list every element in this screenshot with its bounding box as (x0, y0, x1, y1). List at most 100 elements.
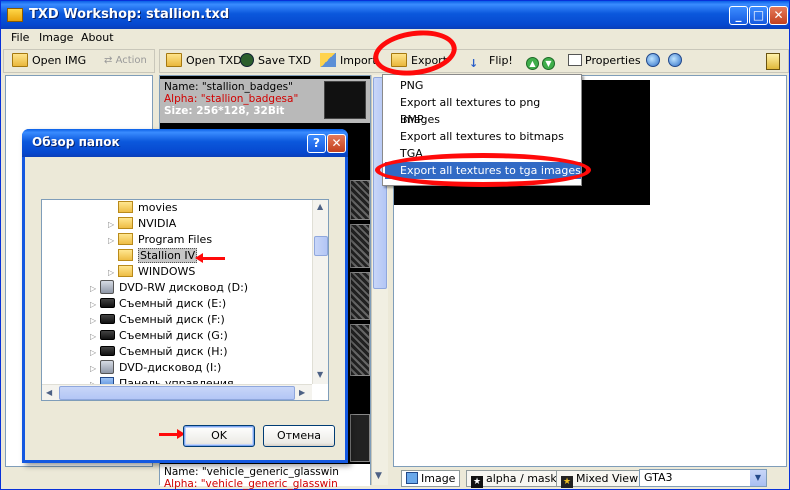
action-button[interactable]: ⇄ Action (104, 51, 147, 71)
folder-tree-item[interactable]: ▷ DVD-дисковод (I:) (90, 360, 221, 376)
folder-tree-item[interactable]: ▷ Съемный диск (F:) (90, 312, 225, 328)
tab-image[interactable]: Image (401, 470, 461, 487)
close-button[interactable]: ✕ (769, 6, 788, 25)
rotate-down-button[interactable]: ▼ (542, 51, 555, 71)
folder-tree-item[interactable]: ▷ NVIDIA (108, 216, 176, 232)
export-menu-item-bmp[interactable]: BMP (385, 111, 581, 128)
folder-tree-label: Stallion IV (138, 248, 198, 263)
export-menu-item-all-png[interactable]: Export all textures to png images (385, 94, 581, 126)
folder-tree-item[interactable]: ▷ Program Files (108, 232, 212, 248)
folder-tree-item[interactable]: ▷ WINDOWS (108, 264, 195, 280)
image-icon (406, 472, 418, 484)
texture-item[interactable]: Name: "vehicle_generic_glasswin Alpha: "… (160, 464, 370, 490)
open-txd-button[interactable]: Open TXD (166, 51, 242, 71)
folder-icon (118, 217, 133, 229)
folder-tree-label: Съемный диск (E:) (119, 297, 227, 310)
properties-icon (568, 54, 582, 66)
menu-image[interactable]: Image (39, 31, 73, 44)
folder-tree-item[interactable]: ▷ DVD-RW дисковод (D:) (90, 280, 248, 296)
expand-icon[interactable]: ▷ (90, 281, 100, 297)
menu-file[interactable]: File (11, 31, 29, 44)
help-button[interactable]: ? (307, 134, 326, 153)
folder-tree-label: DVD-RW дисковод (D:) (119, 281, 249, 294)
zoom-out-button[interactable] (668, 51, 682, 71)
game-select[interactable]: GTA3 ▼ (639, 469, 767, 487)
star-icon: ★ (471, 476, 483, 488)
folder-tree-label: NVIDIA (138, 217, 177, 230)
import-button[interactable]: Import (320, 51, 377, 71)
expand-icon[interactable]: ▷ (90, 361, 100, 377)
open-img-button[interactable]: Open IMG (12, 51, 86, 71)
save-txd-button[interactable]: Save TXD (240, 51, 311, 71)
folder-tree-label: Съемный диск (H:) (119, 345, 228, 358)
export-menu-item-all-bmp[interactable]: Export all textures to bitmaps (385, 128, 581, 145)
flip-button[interactable]: ↓ Flip! (469, 51, 513, 71)
texture-thumbnail (350, 324, 370, 376)
folder-icon (118, 265, 133, 277)
circle-down-icon: ▼ (542, 57, 555, 70)
mixed-star-icon: ★ (561, 476, 573, 488)
main-toolbar: Open TXD Save TXD Import Export ↓ Flip! ▲… (159, 49, 789, 73)
chevron-down-icon[interactable]: ▼ (750, 470, 766, 486)
window-title: TXD Workshop: stallion.txd (29, 7, 230, 22)
arrow-down-icon: ↓ (469, 57, 479, 70)
annotation-arrowhead-folder (195, 253, 203, 263)
minimize-button[interactable]: _ (729, 6, 748, 25)
scroll-down-icon[interactable]: ▼ (375, 471, 382, 481)
dialog-close-button[interactable]: ✕ (327, 134, 346, 153)
texture-name: Name: "vehicle_generic_glasswin (164, 466, 339, 478)
drive-icon (100, 330, 115, 340)
annotation-arrow-ok (159, 433, 179, 436)
properties-button[interactable]: Properties (568, 51, 641, 71)
notepad-icon[interactable] (766, 53, 780, 70)
menu-about[interactable]: About (81, 31, 114, 44)
folder-tree-label: DVD-дисковод (I:) (119, 361, 222, 374)
folder-tree-item[interactable]: Stallion IV (108, 248, 198, 264)
annotation-ring-tga (375, 153, 591, 187)
folder-tree-item[interactable]: ▷ Съемный диск (G:) (90, 328, 228, 344)
circle-up-icon: ▲ (526, 57, 539, 70)
folder-icon (118, 249, 133, 261)
scrollbar-thumb[interactable] (314, 236, 328, 256)
action-icon: ⇄ (104, 55, 116, 66)
tab-mixed-view[interactable]: ★ Mixed View (556, 470, 644, 488)
main-window: TXD Workshop: stallion.txd _ □ ✕ File Im… (0, 0, 790, 490)
expand-icon[interactable]: ▷ (108, 233, 118, 249)
tab-alpha-mask[interactable]: ★ alpha / mask (466, 470, 562, 488)
browse-folder-dialog: Обзор папок ? ✕ movies ▷ NVIDIA ▷ Program Fi… (22, 129, 348, 463)
folder-tree[interactable]: movies ▷ NVIDIA ▷ Program Files Stallion IV ▷ W… (41, 199, 329, 401)
scroll-right-icon[interactable]: ▶ (299, 388, 305, 397)
expand-icon[interactable]: ▷ (90, 345, 100, 361)
left-toolbar: Open IMG ⇄ Action (3, 49, 155, 73)
tree-vertical-scrollbar[interactable]: ▲ ▼ (312, 200, 328, 384)
folder-tree-label: Program Files (138, 233, 213, 246)
folder-icon (118, 233, 133, 245)
tree-horizontal-scrollbar[interactable]: ◀ ▶ (42, 384, 312, 400)
texture-alpha: Alpha: "vehicle_generic_glasswin (164, 478, 338, 490)
import-icon (320, 53, 336, 67)
scrollbar-thumb[interactable] (59, 386, 295, 400)
zoom-in-button[interactable] (646, 51, 660, 71)
title-bar: TXD Workshop: stallion.txd _ □ ✕ (1, 1, 789, 29)
folder-tree-label: WINDOWS (138, 265, 196, 278)
folder-tree-item[interactable]: ▷ Съемный диск (H:) (90, 344, 228, 360)
scroll-up-icon[interactable]: ▲ (317, 202, 323, 211)
maximize-button[interactable]: □ (749, 6, 768, 25)
scroll-down-icon[interactable]: ▼ (317, 370, 323, 379)
scroll-left-icon[interactable]: ◀ (46, 388, 52, 397)
folder-tree-item[interactable]: ▷ Съемный диск (E:) (90, 296, 226, 312)
save-icon (240, 53, 254, 67)
expand-icon[interactable]: ▷ (90, 297, 100, 313)
expand-icon[interactable]: ▷ (90, 313, 100, 329)
expand-icon[interactable]: ▷ (108, 217, 118, 233)
dialog-title-bar: Обзор папок ? ✕ (22, 129, 348, 157)
expand-icon[interactable]: ▷ (90, 329, 100, 345)
folder-tree-item[interactable]: movies (108, 200, 178, 216)
export-menu-item-png[interactable]: PNG (385, 77, 581, 94)
expand-icon[interactable]: ▷ (108, 265, 118, 281)
rotate-up-button[interactable]: ▲ (526, 51, 539, 71)
ok-button[interactable]: OK (183, 425, 255, 447)
folder-tree-label: Съемный диск (G:) (119, 329, 228, 342)
cancel-button[interactable]: Отмена (263, 425, 335, 447)
drive-icon (100, 314, 115, 324)
